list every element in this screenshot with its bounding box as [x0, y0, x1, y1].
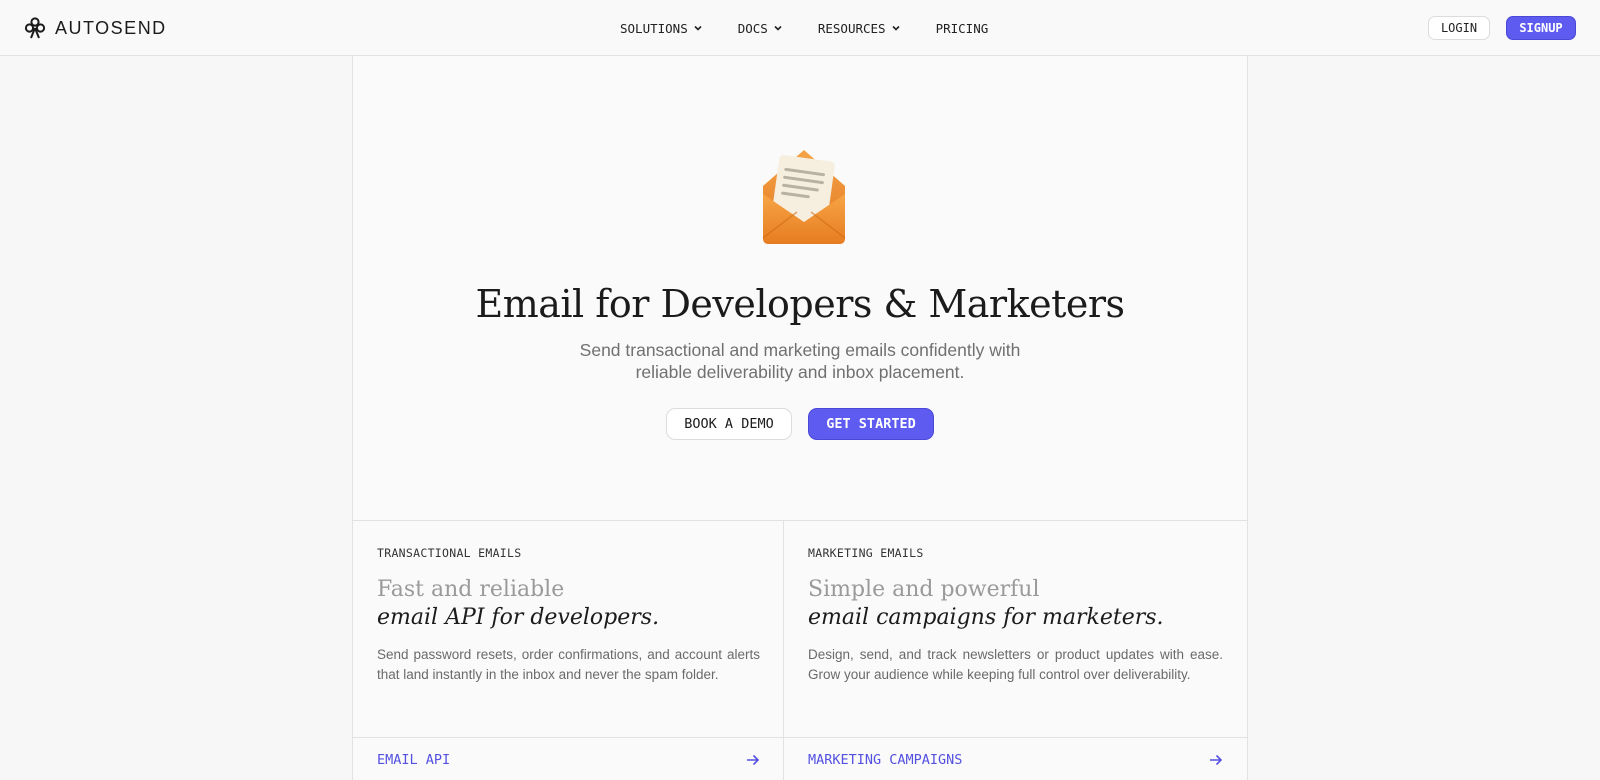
- card-label: TRANSACTIONAL EMAILS: [377, 546, 522, 560]
- book-demo-button[interactable]: BOOK A DEMO: [666, 408, 792, 440]
- page-title: Email for Developers & Marketers: [475, 282, 1125, 326]
- hero-subtitle: Send transactional and marketing emails …: [550, 339, 1050, 383]
- top-navigation-bar: AUTOSEND SOLUTIONS DOCS RESOURCES PRICIN…: [0, 0, 1600, 56]
- nav-docs-label: DOCS: [737, 20, 768, 36]
- email-api-link[interactable]: EMAIL API: [353, 737, 783, 780]
- feature-cards: TRANSACTIONAL EMAILS Fast and reliable e…: [353, 521, 1247, 780]
- card-description: Send password resets, order confirmation…: [377, 647, 760, 682]
- signup-button[interactable]: SIGNUP: [1506, 16, 1576, 40]
- nav-pricing-label: PRICING: [935, 20, 989, 36]
- card-label: MARKETING EMAILS: [808, 546, 924, 560]
- hero-section: Email for Developers & Marketers Send tr…: [353, 56, 1247, 521]
- card-link-label: EMAIL API: [377, 752, 451, 768]
- main-content: Email for Developers & Marketers Send tr…: [352, 56, 1248, 780]
- nav-resources-label: RESOURCES: [817, 20, 886, 36]
- get-started-button[interactable]: GET STARTED: [808, 408, 934, 440]
- marketing-campaigns-link[interactable]: MARKETING CAMPAIGNS: [784, 737, 1247, 780]
- chevron-down-icon: [694, 25, 702, 31]
- nav-pricing[interactable]: PRICING: [936, 21, 989, 36]
- hero-subtitle-line-1: Send transactional and marketing emails …: [579, 340, 1021, 360]
- chevron-down-icon: [892, 25, 900, 31]
- arrow-right-icon: [1210, 754, 1223, 766]
- card-heading-dark: email API for developers.: [377, 605, 660, 630]
- envelope-with-letter-icon: [762, 150, 846, 244]
- card-link-label: MARKETING CAMPAIGNS: [808, 752, 963, 768]
- nav-docs[interactable]: DOCS: [738, 21, 783, 36]
- card-heading-dark: email campaigns for marketers.: [808, 605, 1164, 630]
- brand-logo-link[interactable]: AUTOSEND: [24, 16, 167, 40]
- card-description: Design, send, and track newsletters or p…: [808, 647, 1223, 682]
- login-button[interactable]: LOGIN: [1428, 16, 1490, 40]
- brand-name: AUTOSEND: [55, 17, 167, 38]
- chevron-down-icon: [774, 25, 782, 31]
- autosend-logo-icon: [24, 17, 46, 39]
- transactional-card: TRANSACTIONAL EMAILS Fast and reliable e…: [353, 521, 784, 780]
- arrow-right-icon: [747, 754, 760, 766]
- card-heading-light: Simple and powerful: [808, 577, 1040, 602]
- main-nav: SOLUTIONS DOCS RESOURCES PRICING: [620, 17, 1023, 39]
- marketing-card: MARKETING EMAILS Simple and powerful ema…: [784, 521, 1247, 780]
- nav-solutions[interactable]: SOLUTIONS: [620, 21, 703, 36]
- nav-solutions-label: SOLUTIONS: [620, 20, 688, 36]
- nav-resources[interactable]: RESOURCES: [818, 21, 901, 36]
- hero-subtitle-line-2: reliable deliverability and inbox placem…: [635, 362, 965, 382]
- card-heading-light: Fast and reliable: [377, 577, 565, 602]
